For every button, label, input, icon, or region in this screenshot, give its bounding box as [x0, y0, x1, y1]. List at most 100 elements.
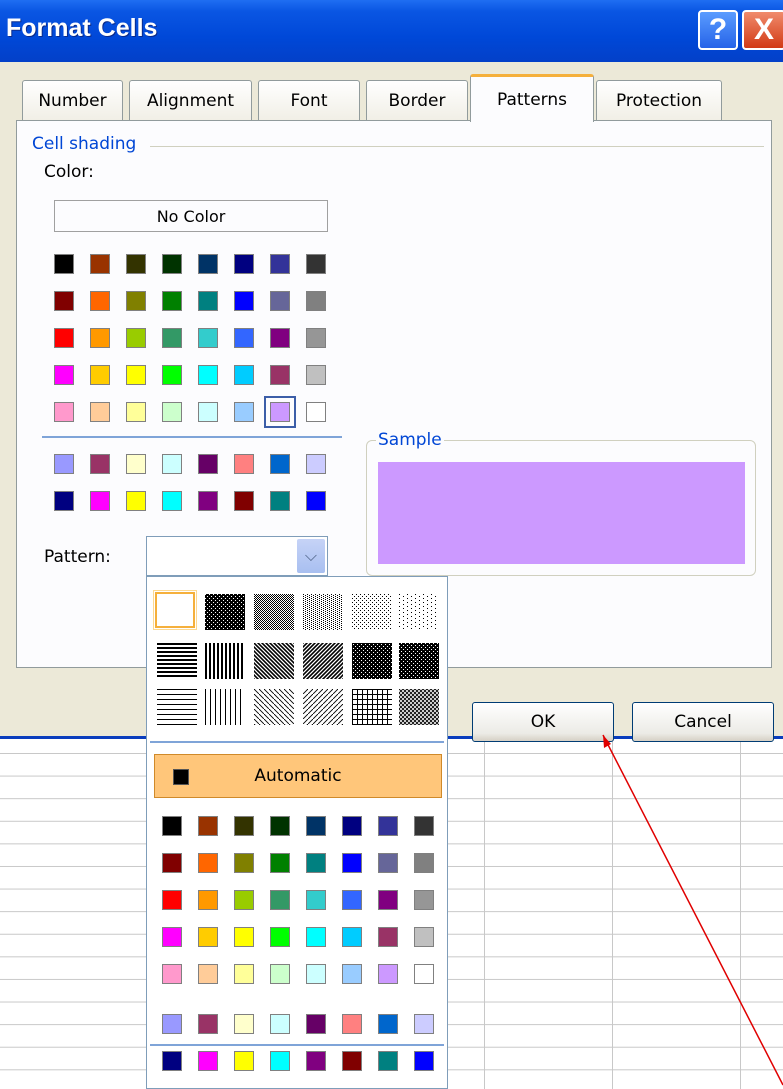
- pattern-color-swatch[interactable]: [270, 853, 290, 873]
- color-swatch[interactable]: [234, 254, 254, 274]
- pattern-thin-horizontal-crosshatch[interactable]: [352, 689, 392, 725]
- color-swatch[interactable]: [270, 491, 290, 511]
- color-swatch[interactable]: [270, 291, 290, 311]
- pattern-color-swatch[interactable]: [234, 964, 254, 984]
- pattern-thick-horizontal[interactable]: [157, 643, 197, 679]
- ok-button[interactable]: OK: [472, 702, 614, 742]
- color-swatch[interactable]: [90, 291, 110, 311]
- color-swatch[interactable]: [162, 328, 182, 348]
- color-swatch[interactable]: [306, 491, 326, 511]
- pattern-color-swatch[interactable]: [414, 1014, 434, 1034]
- pattern-color-swatch[interactable]: [198, 890, 218, 910]
- help-button[interactable]: ?: [698, 10, 738, 50]
- pattern-color-swatch[interactable]: [198, 816, 218, 836]
- pattern-color-swatch[interactable]: [234, 927, 254, 947]
- color-swatch[interactable]: [234, 454, 254, 474]
- pattern-color-swatch[interactable]: [198, 1051, 218, 1071]
- pattern-thin-vertical[interactable]: [205, 689, 245, 725]
- color-swatch[interactable]: [198, 402, 218, 422]
- pattern-color-swatch[interactable]: [234, 816, 254, 836]
- color-swatch[interactable]: [54, 254, 74, 274]
- color-swatch[interactable]: [234, 402, 254, 422]
- pattern-color-swatch[interactable]: [270, 816, 290, 836]
- color-swatch[interactable]: [90, 402, 110, 422]
- pattern-color-swatch[interactable]: [270, 1051, 290, 1071]
- color-swatch[interactable]: [306, 254, 326, 274]
- color-swatch[interactable]: [306, 454, 326, 474]
- pattern-gray-50[interactable]: [254, 594, 294, 630]
- pattern-color-swatch[interactable]: [306, 1014, 326, 1034]
- color-swatch[interactable]: [162, 454, 182, 474]
- pattern-thick-crosshatch[interactable]: [399, 643, 439, 679]
- cancel-button[interactable]: Cancel: [632, 702, 774, 742]
- pattern-color-swatch[interactable]: [306, 964, 326, 984]
- color-swatch[interactable]: [54, 291, 74, 311]
- color-swatch[interactable]: [162, 402, 182, 422]
- pattern-color-swatch[interactable]: [234, 853, 254, 873]
- pattern-color-swatch[interactable]: [198, 927, 218, 947]
- pattern-color-swatch[interactable]: [378, 1014, 398, 1034]
- pattern-gray-12[interactable]: [352, 594, 392, 630]
- pattern-color-swatch[interactable]: [162, 816, 182, 836]
- color-swatch[interactable]: [198, 328, 218, 348]
- pattern-color-swatch[interactable]: [306, 853, 326, 873]
- pattern-color-swatch[interactable]: [234, 1014, 254, 1034]
- color-swatch[interactable]: [90, 328, 110, 348]
- color-swatch[interactable]: [306, 291, 326, 311]
- color-swatch[interactable]: [126, 328, 146, 348]
- pattern-color-swatch[interactable]: [342, 927, 362, 947]
- color-swatch[interactable]: [126, 291, 146, 311]
- pattern-color-swatch[interactable]: [162, 890, 182, 910]
- color-swatch[interactable]: [198, 254, 218, 274]
- tab-patterns[interactable]: Patterns: [470, 74, 594, 122]
- pattern-color-swatch[interactable]: [342, 1014, 362, 1034]
- color-swatch[interactable]: [90, 365, 110, 385]
- color-swatch[interactable]: [54, 491, 74, 511]
- color-swatch[interactable]: [162, 365, 182, 385]
- pattern-color-swatch[interactable]: [378, 816, 398, 836]
- color-swatch[interactable]: [306, 402, 326, 422]
- pattern-color-swatch[interactable]: [198, 964, 218, 984]
- automatic-color-option[interactable]: Automatic: [154, 754, 442, 798]
- pattern-color-swatch[interactable]: [234, 1051, 254, 1071]
- pattern-color-swatch[interactable]: [342, 964, 362, 984]
- tab-border[interactable]: Border: [366, 80, 468, 120]
- color-swatch[interactable]: [162, 254, 182, 274]
- pattern-color-swatch[interactable]: [270, 890, 290, 910]
- color-swatch[interactable]: [126, 365, 146, 385]
- pattern-color-swatch[interactable]: [342, 853, 362, 873]
- pattern-thin-diagonal[interactable]: [303, 689, 343, 725]
- pattern-color-swatch[interactable]: [270, 1014, 290, 1034]
- color-swatch[interactable]: [270, 365, 290, 385]
- pattern-color-swatch[interactable]: [162, 1014, 182, 1034]
- pattern-color-swatch[interactable]: [378, 853, 398, 873]
- pattern-color-swatch[interactable]: [234, 890, 254, 910]
- pattern-gray-6[interactable]: [399, 594, 439, 630]
- color-swatch[interactable]: [234, 328, 254, 348]
- pattern-color-swatch[interactable]: [162, 927, 182, 947]
- pattern-color-swatch[interactable]: [342, 816, 362, 836]
- pattern-color-swatch[interactable]: [306, 927, 326, 947]
- color-swatch[interactable]: [90, 491, 110, 511]
- tab-number[interactable]: Number: [22, 80, 123, 120]
- pattern-color-swatch[interactable]: [162, 853, 182, 873]
- no-color-button[interactable]: No Color: [54, 200, 328, 232]
- pattern-color-swatch[interactable]: [414, 816, 434, 836]
- pattern-gray-75[interactable]: [205, 594, 245, 630]
- pattern-color-swatch[interactable]: [342, 1051, 362, 1071]
- pattern-color-swatch[interactable]: [414, 927, 434, 947]
- color-swatch[interactable]: [234, 491, 254, 511]
- pattern-thin-reverse-diagonal[interactable]: [254, 689, 294, 725]
- color-swatch[interactable]: [54, 328, 74, 348]
- pattern-color-swatch[interactable]: [414, 964, 434, 984]
- pattern-color-swatch[interactable]: [414, 853, 434, 873]
- pattern-color-swatch[interactable]: [306, 890, 326, 910]
- tab-font[interactable]: Font: [258, 80, 360, 120]
- color-swatch[interactable]: [162, 491, 182, 511]
- pattern-color-swatch[interactable]: [342, 890, 362, 910]
- pattern-solid[interactable]: [153, 590, 197, 630]
- pattern-dropdown[interactable]: ⌵: [146, 536, 328, 576]
- close-button[interactable]: X: [742, 10, 783, 50]
- pattern-color-swatch[interactable]: [414, 1051, 434, 1071]
- color-swatch[interactable]: [198, 491, 218, 511]
